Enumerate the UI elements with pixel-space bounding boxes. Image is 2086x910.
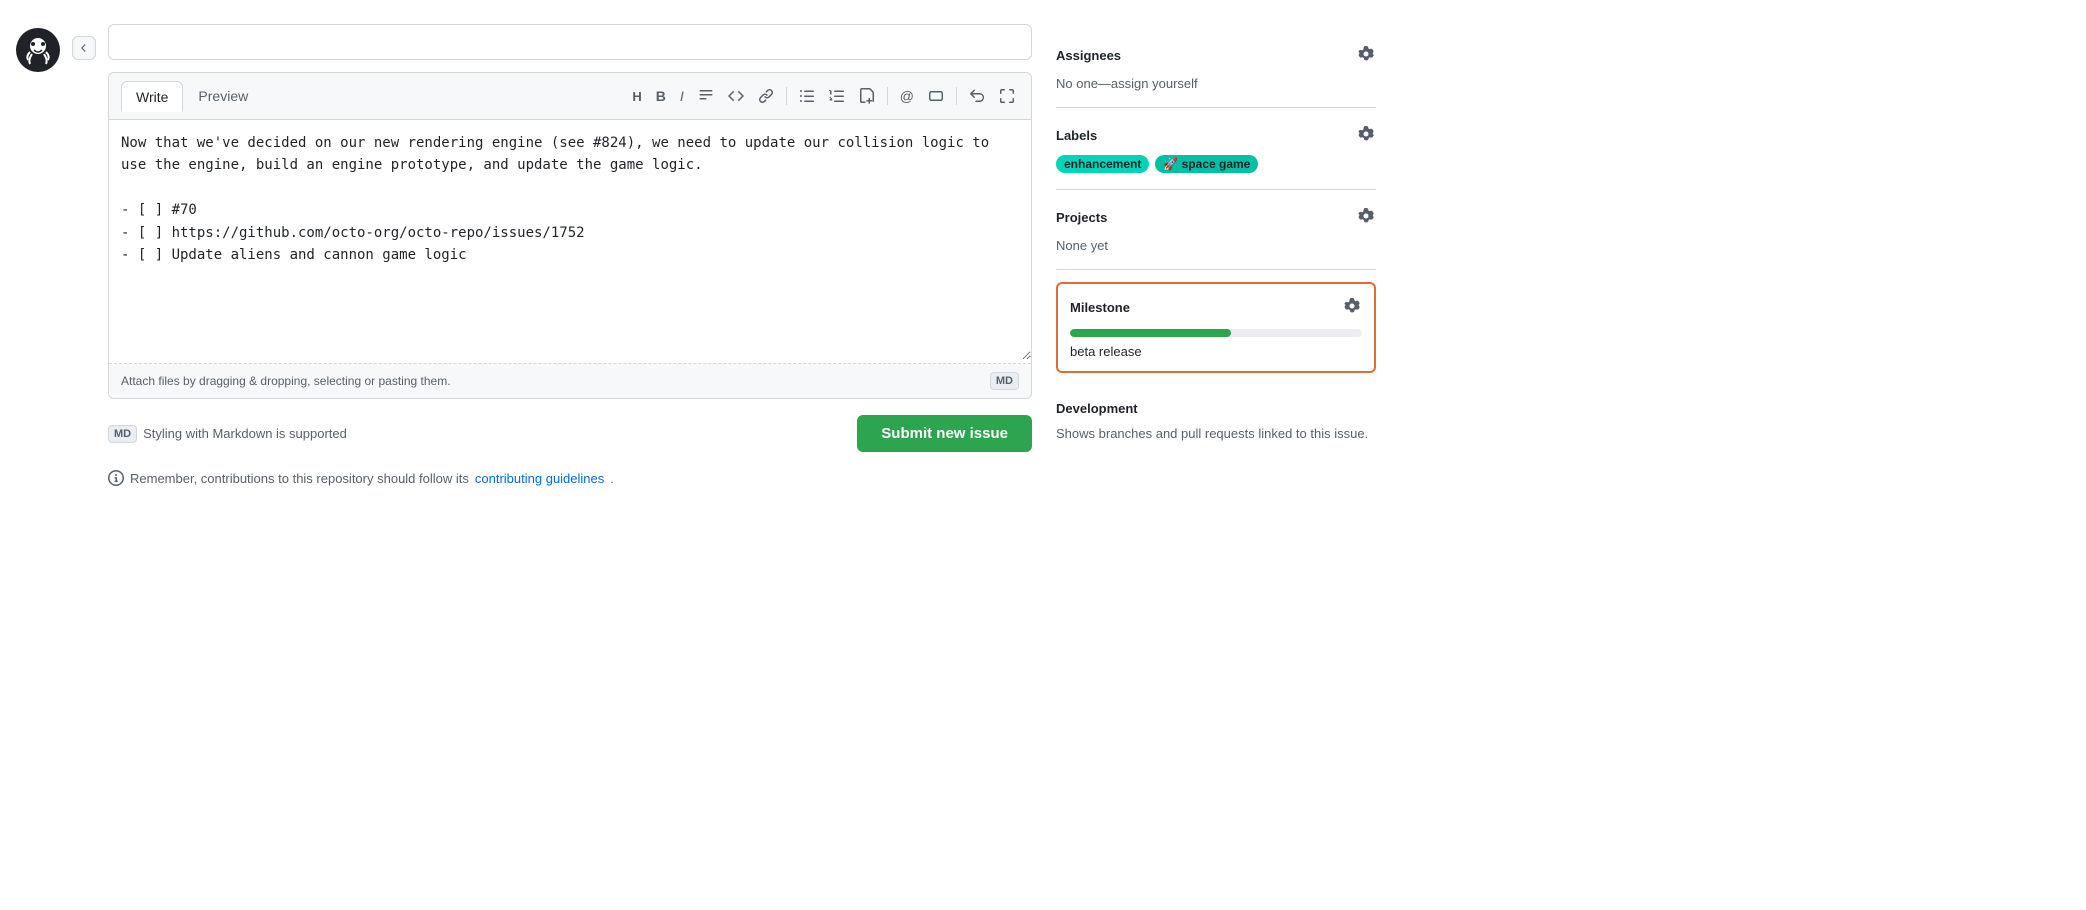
undo-icon[interactable] <box>965 85 989 107</box>
milestone-progress-fill <box>1070 329 1231 337</box>
link-icon[interactable] <box>754 85 778 107</box>
ordered-list-icon[interactable] <box>825 85 849 107</box>
label-enhancement: enhancement <box>1056 155 1149 173</box>
projects-header: Projects <box>1056 206 1376 229</box>
markdown-notice: MD Styling with Markdown is supported <box>108 425 347 443</box>
tab-write[interactable]: Write <box>121 81 183 112</box>
task-list-icon[interactable] <box>855 85 879 107</box>
labels-header: Labels <box>1056 124 1376 147</box>
milestone-name: beta release <box>1070 344 1142 359</box>
info-period: . <box>610 471 614 486</box>
development-header: Development <box>1056 401 1376 416</box>
labels-title: Labels <box>1056 128 1097 143</box>
attach-area: Attach files by dragging & dropping, sel… <box>109 363 1031 398</box>
toolbar-icons: H B I <box>628 85 1019 107</box>
milestone-progress-bar <box>1070 329 1362 337</box>
development-description: Shows branches and pull requests linked … <box>1056 426 1368 441</box>
labels-row: enhancement 🚀 space game <box>1056 155 1376 173</box>
footer-md-badge: MD <box>108 425 137 443</box>
heading-icon[interactable]: H <box>628 86 645 107</box>
user-avatar <box>16 28 60 72</box>
attach-md-badge: MD <box>990 372 1019 390</box>
info-text: Remember, contributions to this reposito… <box>130 471 469 486</box>
info-icon <box>108 470 124 486</box>
code-icon[interactable] <box>724 85 748 107</box>
development-title: Development <box>1056 401 1138 416</box>
assignees-section: Assignees No one—assign yourself <box>1056 28 1376 108</box>
bold-icon[interactable]: B <box>652 85 670 107</box>
editor-tabs-toolbar: Write Preview H B I <box>109 73 1031 120</box>
toolbar-divider-3 <box>956 87 957 105</box>
italic-icon[interactable]: I <box>676 85 688 107</box>
assignees-header: Assignees <box>1056 44 1376 67</box>
assignees-value: No one—assign yourself <box>1056 76 1198 91</box>
info-row: Remember, contributions to this reposito… <box>108 468 1032 488</box>
attach-label: Attach files by dragging & dropping, sel… <box>121 374 451 388</box>
markdown-label: Styling with Markdown is supported <box>143 426 347 441</box>
projects-gear-button[interactable] <box>1356 206 1376 229</box>
tab-preview[interactable]: Preview <box>183 81 263 111</box>
milestone-gear-button[interactable] <box>1342 296 1362 319</box>
fullscreen-icon[interactable] <box>995 85 1019 107</box>
toolbar-divider-1 <box>786 87 787 105</box>
editor-box: Write Preview H B I <box>108 72 1032 399</box>
labels-gear-button[interactable] <box>1356 124 1376 147</box>
right-sidebar: Assignees No one—assign yourself Labels <box>1056 24 1376 488</box>
quote-icon[interactable] <box>694 85 718 107</box>
assignees-gear-button[interactable] <box>1356 44 1376 67</box>
footer-row: MD Styling with Markdown is supported Su… <box>108 411 1032 456</box>
assignees-title: Assignees <box>1056 48 1121 63</box>
editor-textarea[interactable]: Now that we've decided on our new render… <box>109 120 1031 360</box>
development-section: Development Shows branches and pull requ… <box>1056 385 1376 460</box>
projects-value: None yet <box>1056 238 1108 253</box>
tab-group: Write Preview <box>121 81 263 111</box>
projects-section: Projects None yet <box>1056 190 1376 270</box>
unordered-list-icon[interactable] <box>795 85 819 107</box>
projects-title: Projects <box>1056 210 1107 225</box>
contributing-guidelines-link[interactable]: contributing guidelines <box>475 471 604 486</box>
toolbar-divider-2 <box>887 87 888 105</box>
issue-title-input[interactable]: Update game to use new rendering engine <box>108 24 1032 60</box>
milestone-section: Milestone beta release <box>1056 282 1376 373</box>
collapse-button[interactable] <box>72 36 96 60</box>
mention-icon[interactable]: @ <box>896 85 918 107</box>
labels-section: Labels enhancement 🚀 space game <box>1056 108 1376 190</box>
milestone-header: Milestone <box>1070 296 1362 319</box>
label-space-game: 🚀 space game <box>1155 155 1258 173</box>
milestone-title: Milestone <box>1070 300 1130 315</box>
submit-new-issue-button[interactable]: Submit new issue <box>857 415 1032 452</box>
reference-icon[interactable] <box>924 85 948 107</box>
